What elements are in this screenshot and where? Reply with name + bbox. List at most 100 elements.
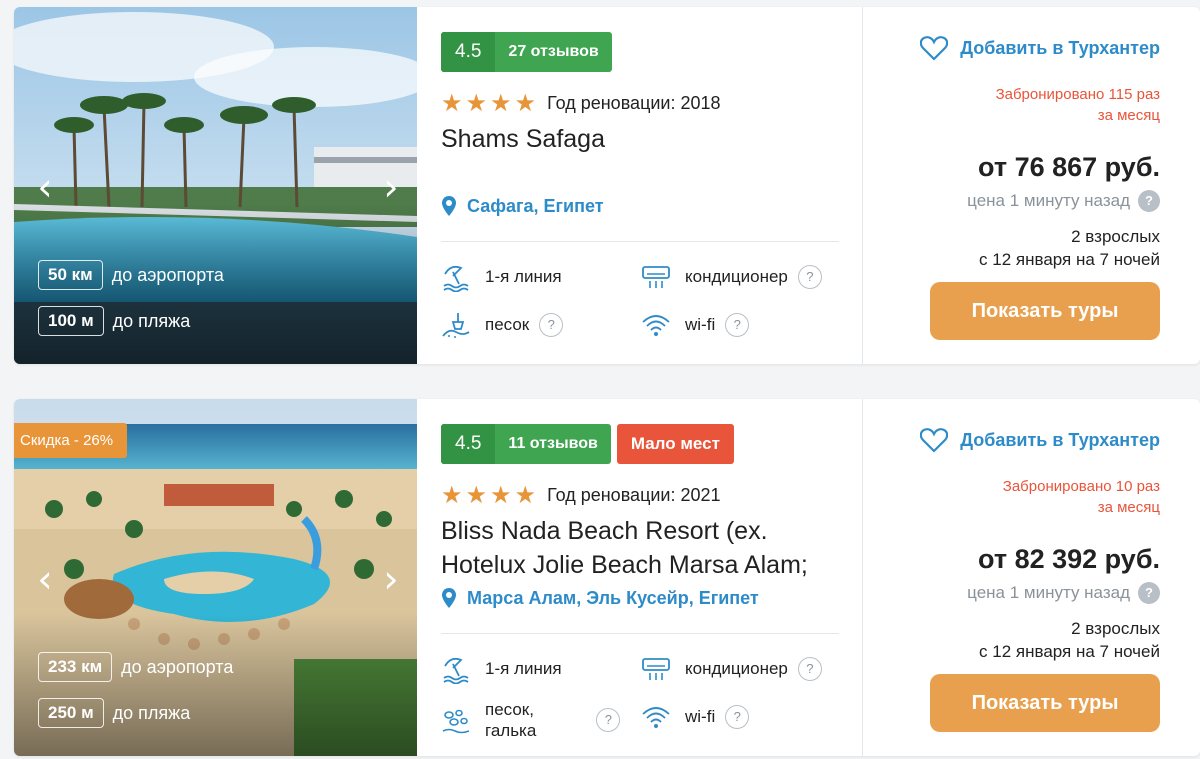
- heart-icon: [920, 428, 949, 453]
- amenity-first-line: 1-я линия: [441, 262, 562, 292]
- photo-next-button[interactable]: ›: [376, 559, 406, 599]
- amenity-wifi: wi-fi ?: [641, 310, 750, 340]
- question-icon[interactable]: ?: [797, 265, 822, 289]
- add-to-favorites-button[interactable]: Добавить в Турхантер: [920, 427, 1160, 453]
- hotel-info: 4.5 11 отзывов Мало мест ★ ★ ★ ★ Год рен…: [417, 399, 863, 756]
- booking-count-line2: за месяц: [1097, 107, 1160, 124]
- booking-count-line1: Забронировано 115 раз: [995, 86, 1160, 103]
- hotel-location-link[interactable]: Марса Алам, Эль Кусейр, Египет: [441, 587, 759, 609]
- hotel-name-link[interactable]: Bliss Nada Beach Resort (ex. Hotelux Jol…: [441, 514, 851, 582]
- star-icon: ★: [465, 89, 488, 117]
- add-to-favorites-label: Добавить в Турхантер: [960, 429, 1160, 450]
- booking-count-line2: за месяц: [1097, 499, 1160, 516]
- renovation-year: Год реновации: 2018: [547, 92, 721, 113]
- photo-prev-button[interactable]: ‹: [30, 559, 60, 599]
- rating-badge[interactable]: 4.5 11 отзывов: [441, 424, 611, 464]
- hotel-photo[interactable]: ‹ › 50 км до аэропорта 100 м до пляжа: [14, 7, 417, 364]
- photo-prev-button[interactable]: ‹: [30, 167, 60, 207]
- tour-dates: с 12 января на 7 ночей: [979, 250, 1160, 269]
- badges: 4.5 27 отзывов: [441, 32, 612, 72]
- question-icon[interactable]: ?: [725, 313, 750, 337]
- amenity-wifi: wi-fi ?: [641, 702, 750, 732]
- beach-distance-value: 250 м: [38, 698, 104, 728]
- amenity-beach-type: песок ?: [441, 310, 564, 340]
- star-icon: ★: [514, 481, 537, 509]
- divider: [441, 241, 839, 242]
- hotel-name-link[interactable]: Shams Safaga: [441, 122, 851, 156]
- question-icon[interactable]: ?: [797, 657, 822, 681]
- beach-umbrella-icon: [443, 657, 469, 684]
- badges: 4.5 11 отзывов Мало мест: [441, 424, 734, 464]
- amenity-label: 1-я линия: [485, 659, 562, 678]
- renovation-year: Год реновации: 2021: [547, 484, 721, 505]
- add-to-favorites-button[interactable]: Добавить в Турхантер: [920, 35, 1160, 61]
- airport-distance-label: до аэропорта: [111, 264, 224, 285]
- star-rating: ★ ★ ★ ★ Год реновации: 2021: [441, 481, 721, 509]
- reviews-count: 11 отзывов: [508, 435, 598, 452]
- rating-badge[interactable]: 4.5 27 отзывов: [441, 32, 612, 72]
- question-icon[interactable]: ?: [1138, 190, 1160, 212]
- airport-distance-value: 50 км: [38, 260, 103, 290]
- discount-badge: Скидка - 26%: [14, 423, 128, 458]
- beach-umbrella-icon: [443, 265, 469, 292]
- price: от 76 867 руб.: [978, 152, 1160, 182]
- tour-params: 2 взрослых с 12 января на 7 ночей: [979, 617, 1160, 663]
- airport-distance-label: до аэропорта: [121, 656, 234, 677]
- amenity-label: песок, галька: [485, 699, 536, 741]
- show-tours-button[interactable]: Показать туры: [930, 282, 1160, 340]
- star-icon: ★: [490, 89, 512, 117]
- photo-next-button[interactable]: ›: [376, 167, 406, 207]
- map-pin-icon: [442, 588, 456, 608]
- question-icon[interactable]: ?: [539, 313, 564, 337]
- amenity-label-line2: галька: [485, 721, 537, 740]
- star-icon: ★: [465, 481, 488, 509]
- hotel-info: 4.5 27 отзывов ★ ★ ★ ★ Год реновации: 20…: [417, 7, 863, 364]
- amenity-ac: кондиционер ?: [641, 654, 822, 684]
- star-icon: ★: [514, 89, 537, 117]
- air-conditioner-icon: [642, 266, 670, 288]
- hotel-location-link[interactable]: Сафага, Египет: [441, 195, 604, 217]
- few-places-badge: Мало мест: [616, 424, 734, 464]
- amenity-ac: кондиционер ?: [641, 262, 822, 292]
- beach-distance: 100 м до пляжа: [38, 306, 190, 336]
- reviews-count: 27 отзывов: [508, 43, 599, 60]
- hotel-photo[interactable]: Скидка - 26% ‹ › 233 км до аэропорта 250…: [14, 399, 417, 756]
- booking-count-line1: Забронировано 10 раз: [1002, 478, 1160, 495]
- tour-pax: 2 взрослых: [1071, 227, 1160, 246]
- amenity-label-line1: песок,: [485, 700, 534, 719]
- price-updated-text: цена 1 минуту назад: [967, 191, 1130, 210]
- chevron-right-icon: ›: [383, 557, 399, 601]
- booking-count: Забронировано 10 раз за месяц: [1003, 476, 1160, 518]
- beach-distance: 250 м до пляжа: [38, 698, 190, 728]
- chevron-left-icon: ‹: [37, 557, 53, 601]
- booking-count: Забронировано 115 раз за месяц: [996, 84, 1160, 126]
- star-icon: ★: [490, 481, 512, 509]
- question-icon[interactable]: ?: [596, 708, 621, 732]
- airport-distance-value: 233 км: [38, 652, 113, 682]
- air-conditioner-icon: [642, 658, 670, 680]
- price-updated-text: цена 1 минуту назад: [967, 583, 1130, 602]
- tour-params: 2 взрослых с 12 января на 7 ночей: [979, 225, 1160, 271]
- hotel-offer: Добавить в Турхантер Забронировано 115 р…: [864, 7, 1200, 364]
- question-icon[interactable]: ?: [725, 705, 750, 729]
- amenity-label: 1-я линия: [485, 267, 562, 286]
- divider: [441, 633, 839, 634]
- price-updated: цена 1 минуту назад ?: [967, 582, 1160, 604]
- show-tours-button[interactable]: Показать туры: [930, 674, 1160, 732]
- amenity-first-line: 1-я линия: [441, 654, 562, 684]
- hotel-card: ‹ › 50 км до аэропорта 100 м до пляжа 4.…: [14, 7, 1200, 364]
- beach-distance-value: 100 м: [38, 306, 104, 336]
- chevron-left-icon: ‹: [37, 165, 53, 209]
- airport-distance: 50 км до аэропорта: [38, 260, 224, 290]
- wifi-icon: [642, 315, 670, 336]
- question-icon[interactable]: ?: [1138, 582, 1160, 604]
- wifi-icon: [642, 707, 670, 728]
- add-to-favorites-label: Добавить в Турхантер: [960, 37, 1160, 58]
- price: от 82 392 руб.: [978, 544, 1160, 574]
- hotel-offer: Добавить в Турхантер Забронировано 10 ра…: [864, 399, 1200, 756]
- tour-dates: с 12 января на 7 ночей: [979, 642, 1160, 661]
- chevron-right-icon: ›: [383, 165, 399, 209]
- beach-distance-label: до пляжа: [112, 702, 191, 723]
- price-updated: цена 1 минуту назад ?: [967, 190, 1160, 212]
- location-text: Сафага, Египет: [467, 195, 604, 216]
